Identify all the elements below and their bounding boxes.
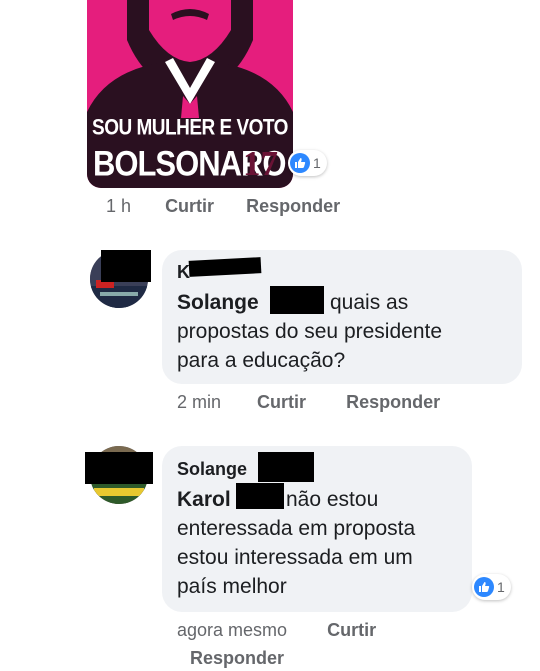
- post-meta-row: 1 h Curtir Responder: [106, 196, 340, 217]
- like-button[interactable]: Curtir: [257, 392, 306, 412]
- poster-candidate-number: 17: [243, 144, 278, 183]
- comment-text: não estou: [286, 488, 379, 511]
- thumbs-up-icon: [290, 153, 310, 173]
- thumbs-up-icon: [474, 577, 494, 597]
- comment-text: estou interessada em um: [177, 546, 413, 569]
- reply-button[interactable]: Responder: [246, 196, 340, 216]
- comment-meta-row: 2 min Curtir Responder: [177, 392, 440, 413]
- comment-meta-row-continued: Responder: [190, 648, 284, 669]
- reply-button[interactable]: Responder: [190, 648, 284, 668]
- comment-text: país melhor: [177, 575, 287, 598]
- comment-text: quais as: [330, 291, 409, 314]
- mention-link[interactable]: Karol: [177, 485, 231, 514]
- comment-timestamp[interactable]: agora mesmo: [177, 620, 287, 640]
- redaction-box: [270, 286, 324, 314]
- post-timestamp[interactable]: 1 h: [106, 196, 131, 216]
- redaction-box: [258, 452, 314, 482]
- like-button[interactable]: Curtir: [165, 196, 214, 216]
- post-reaction-badge[interactable]: 1: [288, 150, 327, 176]
- poster-slogan-line: SOU MULHER E VOTO: [92, 116, 288, 141]
- reply-button[interactable]: Responder: [346, 392, 440, 412]
- like-button[interactable]: Curtir: [327, 620, 376, 640]
- reaction-count: 1: [497, 579, 505, 595]
- redaction-box: [85, 452, 153, 484]
- redaction-box: [236, 483, 284, 509]
- mention-link[interactable]: Solange: [177, 288, 259, 317]
- comment-author[interactable]: Solange: [177, 459, 247, 480]
- comment-text: propostas do seu presidente: [177, 320, 443, 343]
- comment-reaction-badge[interactable]: 1: [472, 574, 511, 600]
- reaction-count: 1: [313, 155, 321, 171]
- comment-meta-row: agora mesmo Curtir: [177, 620, 376, 641]
- shared-poster-image[interactable]: SOU MULHER E VOTO BOLSONARO 17: [87, 0, 293, 188]
- comment-timestamp[interactable]: 2 min: [177, 392, 221, 412]
- redaction-box: [101, 250, 151, 282]
- comment-text: para a educação?: [177, 349, 346, 372]
- comment-text: enteressada em proposta: [177, 517, 416, 540]
